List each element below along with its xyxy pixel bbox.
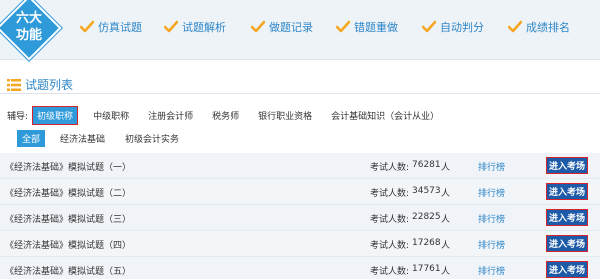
rank-link[interactable]: 排行榜 [478,186,505,199]
feature-label: 自动判分 [440,21,484,34]
feature-label: 仿真试题 [98,21,142,34]
filter-chip-tax[interactable]: 税务师 [208,107,243,124]
feature-item: 做题记录 [251,19,313,35]
feature-label: 错题重做 [354,21,398,34]
filter-chip-bank[interactable]: 银行职业资格 [254,107,316,124]
enter-exam-button[interactable]: 进入考场 [546,235,588,252]
filter-chip-accounting-basics[interactable]: 会计基础知识（会计从业） [327,107,443,124]
feature-label: 成绩排名 [526,21,570,34]
filter-chip-intermediate[interactable]: 中级职称 [89,107,133,124]
exam-count: 22825 [412,212,441,222]
exam-count-label: 考试人数: [370,163,410,173]
enter-exam-button[interactable]: 进入考场 [546,209,588,226]
badge-line1: 六大 [15,11,42,26]
feature-item: 错题重做 [336,19,398,35]
check-icon [336,20,350,33]
rank-link[interactable]: 排行榜 [478,264,505,277]
rank-link[interactable]: 排行榜 [478,238,505,251]
check-icon [508,20,522,33]
feature-item: 自动判分 [422,19,484,35]
exam-row: 《经济法基础》模拟试题（三） 考试人数: 22825 人 排行榜 进入考场 [0,205,600,231]
subtab-accounting-practice[interactable]: 初级会计实务 [120,130,184,147]
exam-row: 《经济法基础》模拟试题（四） 考试人数: 17268 人 排行榜 进入考场 [0,231,600,257]
feature-label: 试题解析 [182,21,226,34]
section-title: 试题列表 [7,76,73,93]
exam-count-unit: 人 [441,215,451,225]
exam-count-label: 考试人数: [370,189,410,199]
enter-exam-button[interactable]: 进入考场 [546,183,588,200]
subtab-economic-law[interactable]: 经济法基础 [55,130,110,147]
exam-count-unit: 人 [441,163,451,173]
subtab-all[interactable]: 全部 [17,129,46,147]
feature-item: 试题解析 [164,19,226,35]
filter-chip-junior[interactable]: 初级职称 [32,105,79,125]
divider [0,93,600,94]
list-icon [7,78,21,91]
exam-count-label: 考试人数: [370,241,410,251]
filter-label: 辅导: [7,111,29,122]
rank-link[interactable]: 排行榜 [478,212,505,225]
exam-title[interactable]: 《经济法基础》模拟试题（二） [5,186,131,199]
feature-item: 仿真试题 [80,19,142,35]
check-icon [422,20,436,33]
filter-chip-cpa[interactable]: 注册会计师 [144,107,197,124]
section-title-text: 试题列表 [25,78,74,92]
subtab-row: 全部 经济法基础 初级会计实务 [17,129,194,147]
check-icon [164,20,178,33]
feature-label: 做题记录 [269,21,313,34]
exam-count-label: 考试人数: [370,267,410,277]
page: 六大 功能 仿真试题 试题解析 做题记录 错题重做 自动判分 成绩排名 试题列表… [0,0,600,279]
exam-count: 17268 [412,238,441,248]
badge-text: 六大 功能 [8,10,50,44]
exam-list: 《经济法基础》模拟试题（一） 考试人数: 76281 人 排行榜 进入考场 《经… [0,153,600,279]
filter-row: 辅导: 初级职称 中级职称 注册会计师 税务师 银行职业资格 会计基础知识（会计… [7,105,454,125]
exam-title[interactable]: 《经济法基础》模拟试题（三） [5,212,131,225]
enter-exam-button[interactable]: 进入考场 [546,157,588,174]
exam-count-unit: 人 [441,189,451,199]
badge-line2: 功能 [15,28,42,43]
exam-count-unit: 人 [441,267,451,277]
feature-item: 成绩排名 [508,19,570,35]
exam-count: 34573 [412,186,441,196]
rank-link[interactable]: 排行榜 [478,160,505,173]
exam-row: 《经济法基础》模拟试题（五） 考试人数: 17761 人 排行榜 进入考场 [0,257,600,279]
check-icon [80,20,94,33]
check-icon [251,20,265,33]
exam-title[interactable]: 《经济法基础》模拟试题（四） [5,238,131,251]
enter-exam-button[interactable]: 进入考场 [546,261,588,278]
exam-title[interactable]: 《经济法基础》模拟试题（一） [5,160,131,173]
exam-title[interactable]: 《经济法基础》模拟试题（五） [5,264,131,277]
feature-bar: 六大 功能 仿真试题 试题解析 做题记录 错题重做 自动判分 成绩排名 [0,0,600,61]
exam-count: 17761 [412,264,441,274]
exam-count-label: 考试人数: [370,215,410,225]
exam-count-unit: 人 [441,241,451,251]
exam-row: 《经济法基础》模拟试题（二） 考试人数: 34573 人 排行榜 进入考场 [0,179,600,205]
exam-row: 《经济法基础》模拟试题（一） 考试人数: 76281 人 排行榜 进入考场 [0,153,600,179]
exam-count: 76281 [412,160,441,170]
